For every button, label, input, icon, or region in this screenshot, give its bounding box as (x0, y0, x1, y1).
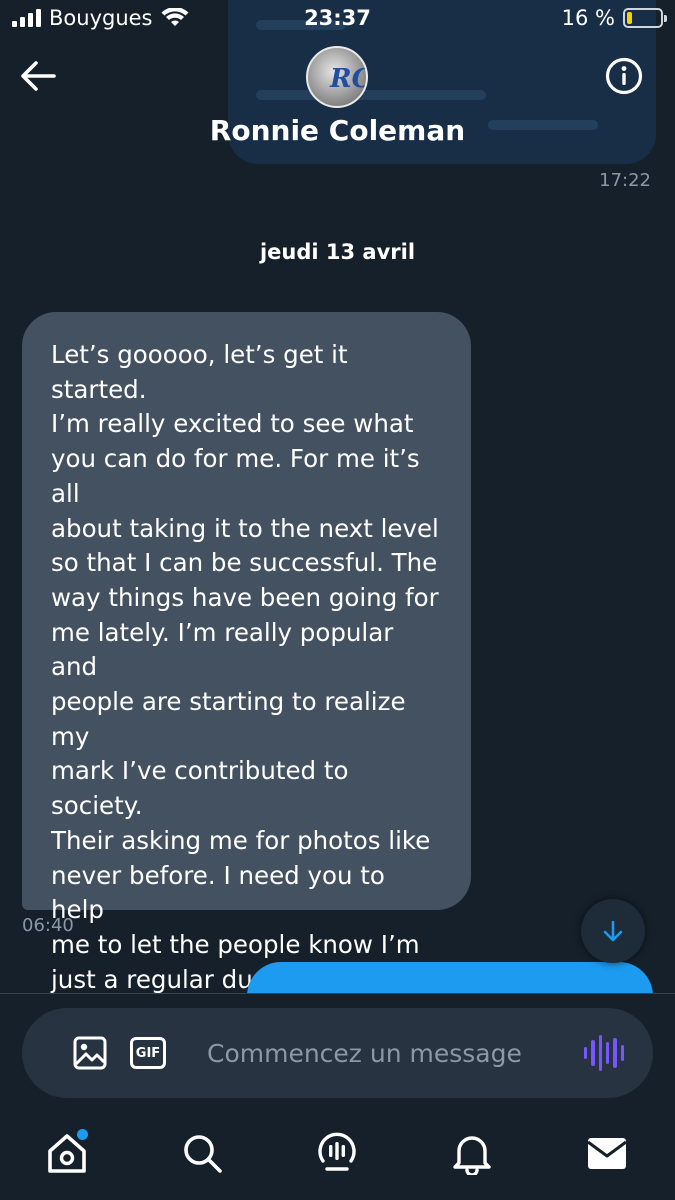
bottom-tab-bar (0, 1125, 675, 1200)
previous-message-time: 17:22 (599, 170, 651, 191)
image-icon[interactable] (72, 1035, 108, 1071)
avatar-monogram: RC (330, 64, 366, 94)
incoming-message-time: 06:40 (22, 915, 74, 936)
status-bar: Bouygues 23:37 16 % (0, 0, 675, 40)
mail-icon[interactable] (585, 1131, 629, 1175)
date-separator: jeudi 13 avril (259, 240, 416, 264)
message-composer: GIF (22, 1008, 653, 1098)
battery-icon (623, 8, 667, 28)
bell-icon[interactable] (450, 1131, 494, 1175)
incoming-message-bubble[interactable]: Let’s gooooo, let’s get it started. I’m … (22, 312, 471, 1132)
home-notification-dot (77, 1129, 88, 1140)
gif-button[interactable]: GIF (130, 1037, 166, 1069)
battery-percent: 16 % (561, 6, 615, 30)
contact-name[interactable]: Ronnie Coleman (0, 114, 675, 147)
back-arrow-icon[interactable] (18, 58, 58, 94)
arrow-down-icon (603, 920, 623, 942)
dm-conversation-screen: Bouygues 23:37 16 % RC Ronnie Coleman 17… (0, 0, 675, 1200)
voice-wave-icon[interactable] (584, 1035, 624, 1071)
message-input[interactable] (207, 1030, 567, 1076)
spaces-icon[interactable] (315, 1131, 359, 1175)
scroll-to-bottom-button[interactable] (581, 899, 645, 963)
avatar[interactable]: RC (306, 46, 368, 108)
search-icon[interactable] (180, 1131, 224, 1175)
info-icon[interactable] (604, 56, 644, 96)
status-right: 16 % (561, 6, 667, 30)
gif-label: GIF (135, 1045, 161, 1061)
